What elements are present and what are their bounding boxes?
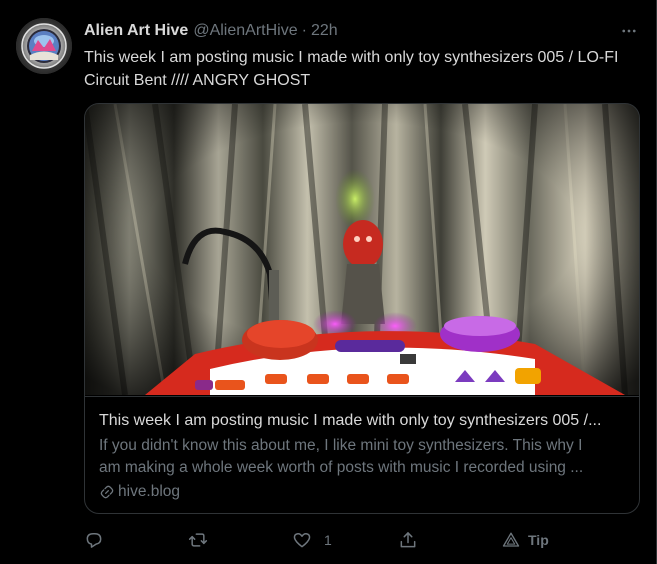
tip-icon	[502, 532, 520, 547]
avatar[interactable]	[16, 18, 72, 74]
heart-icon	[293, 532, 311, 548]
retweet-button[interactable]	[188, 526, 220, 554]
tweet-header: Alien Art Hive @AlienArtHive · 22h	[84, 20, 642, 42]
card-image	[85, 104, 639, 395]
card-description-line-1: If you didn't know this about me, I like…	[99, 437, 583, 454]
avatar-image	[16, 18, 72, 74]
like-count: 1	[324, 532, 332, 548]
reply-icon	[86, 533, 102, 548]
card-domain: hive.blog	[99, 481, 627, 503]
card-description-line-2: am making a whole week worth of posts wi…	[99, 459, 584, 476]
separator-dot: ·	[301, 22, 307, 39]
card-body: This week I am posting music I made with…	[85, 396, 639, 513]
retweet-icon	[188, 533, 208, 547]
more-horizontal-icon[interactable]	[616, 18, 642, 44]
tweet-actions: 1 Tip	[84, 526, 564, 554]
timestamp[interactable]: 22h	[311, 22, 338, 40]
link-icon	[100, 485, 114, 499]
tweet[interactable]: Alien Art Hive @AlienArtHive · 22h This …	[0, 0, 657, 564]
tip-button[interactable]: Tip	[502, 526, 549, 554]
like-button[interactable]: 1	[292, 526, 332, 554]
tweet-text: This week I am posting music I made with…	[84, 49, 619, 89]
card-description: If you didn't know this about me, I like…	[99, 435, 627, 479]
tip-label: Tip	[528, 532, 549, 548]
share-button[interactable]	[398, 526, 418, 554]
card-domain-text: hive.blog	[118, 483, 181, 500]
author-handle[interactable]: @AlienArtHive	[193, 22, 297, 40]
share-icon	[400, 532, 416, 548]
link-card[interactable]: This week I am posting music I made with…	[84, 103, 640, 514]
card-title: This week I am posting music I made with…	[99, 412, 602, 429]
reply-button[interactable]	[84, 526, 116, 554]
author-display-name[interactable]: Alien Art Hive	[84, 22, 188, 40]
